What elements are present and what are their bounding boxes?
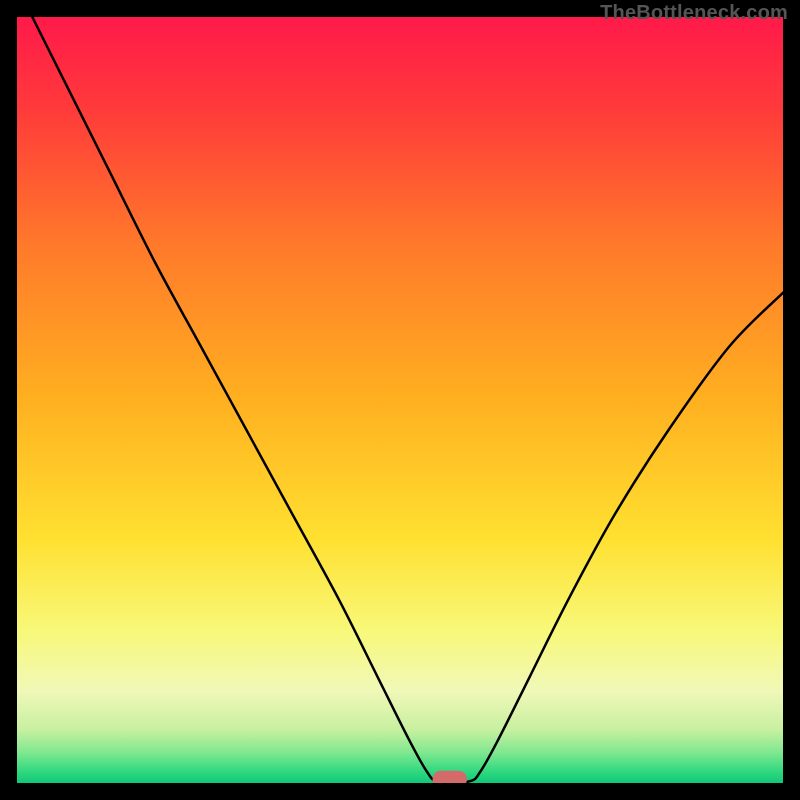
chart-background bbox=[17, 17, 783, 783]
watermark-text: TheBottleneck.com bbox=[600, 2, 788, 25]
bottleneck-chart bbox=[17, 17, 783, 783]
chart-frame bbox=[17, 17, 783, 783]
target-marker bbox=[433, 771, 467, 783]
